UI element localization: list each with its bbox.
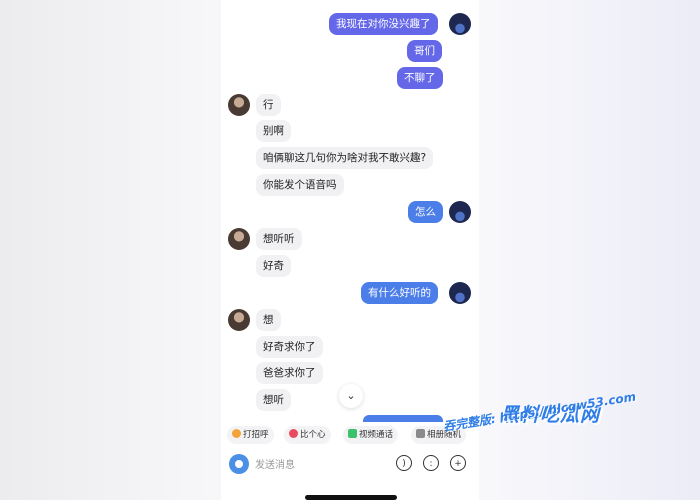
avatar-self[interactable]	[449, 282, 471, 304]
message-outgoing[interactable]: 怎么	[408, 201, 443, 223]
emoji-icon[interactable]: :	[423, 455, 439, 471]
message-incoming[interactable]: 好奇	[256, 255, 291, 277]
message-outgoing[interactable]: 哥们	[407, 40, 442, 62]
message-outgoing[interactable]: 有什么好听的	[361, 282, 438, 304]
message-input-bar: 发送消息 ) : +	[221, 448, 479, 480]
avatar-self[interactable]	[449, 201, 471, 223]
avatar-contact[interactable]	[228, 94, 250, 116]
message-outgoing[interactable]: 我现在对你没兴趣了	[329, 13, 438, 35]
message-incoming[interactable]: 行	[256, 94, 281, 116]
home-indicator	[305, 495, 397, 500]
message-incoming[interactable]: 想听	[256, 389, 291, 411]
avatar-self[interactable]	[449, 13, 471, 35]
heart-icon	[289, 429, 298, 438]
message-incoming[interactable]: 想听听	[256, 228, 302, 250]
message-outgoing[interactable]: 不聊了	[397, 67, 443, 89]
scroll-down-button[interactable]: ⌄	[339, 384, 363, 408]
chat-screen: 我现在对你没兴趣了 哥们 不聊了 行 别啊 咱俩聊这几句你为啥对我不敢兴趣? 你…	[221, 0, 479, 500]
message-incoming[interactable]: 你能发个语音吗	[256, 174, 344, 196]
audio-wave-icon[interactable]: )	[396, 455, 412, 471]
wave-icon	[232, 429, 241, 438]
message-input[interactable]: 发送消息	[255, 456, 295, 471]
voice-icon[interactable]	[229, 454, 249, 474]
message-incoming[interactable]: 爸爸求你了	[256, 362, 323, 384]
video-icon	[348, 429, 357, 438]
chevron-down-icon: ⌄	[346, 389, 356, 402]
dice-icon	[416, 429, 425, 438]
quick-action-greet[interactable]: 打招呼	[227, 426, 274, 444]
quick-action-video-call[interactable]: 视频通话	[343, 426, 399, 444]
avatar-contact[interactable]	[228, 228, 250, 250]
message-incoming[interactable]: 别啊	[256, 120, 291, 142]
message-incoming[interactable]: 咱俩聊这几句你为啥对我不敢兴趣?	[256, 147, 434, 169]
message-incoming[interactable]: 好奇求你了	[256, 336, 323, 358]
message-incoming[interactable]: 想	[256, 309, 281, 331]
quick-actions-bar: 打招呼 比个心 视频通话 相册随机	[221, 422, 479, 448]
quick-action-heart[interactable]: 比个心	[284, 426, 331, 444]
avatar-contact[interactable]	[228, 309, 250, 331]
more-icon[interactable]: +	[450, 455, 466, 471]
